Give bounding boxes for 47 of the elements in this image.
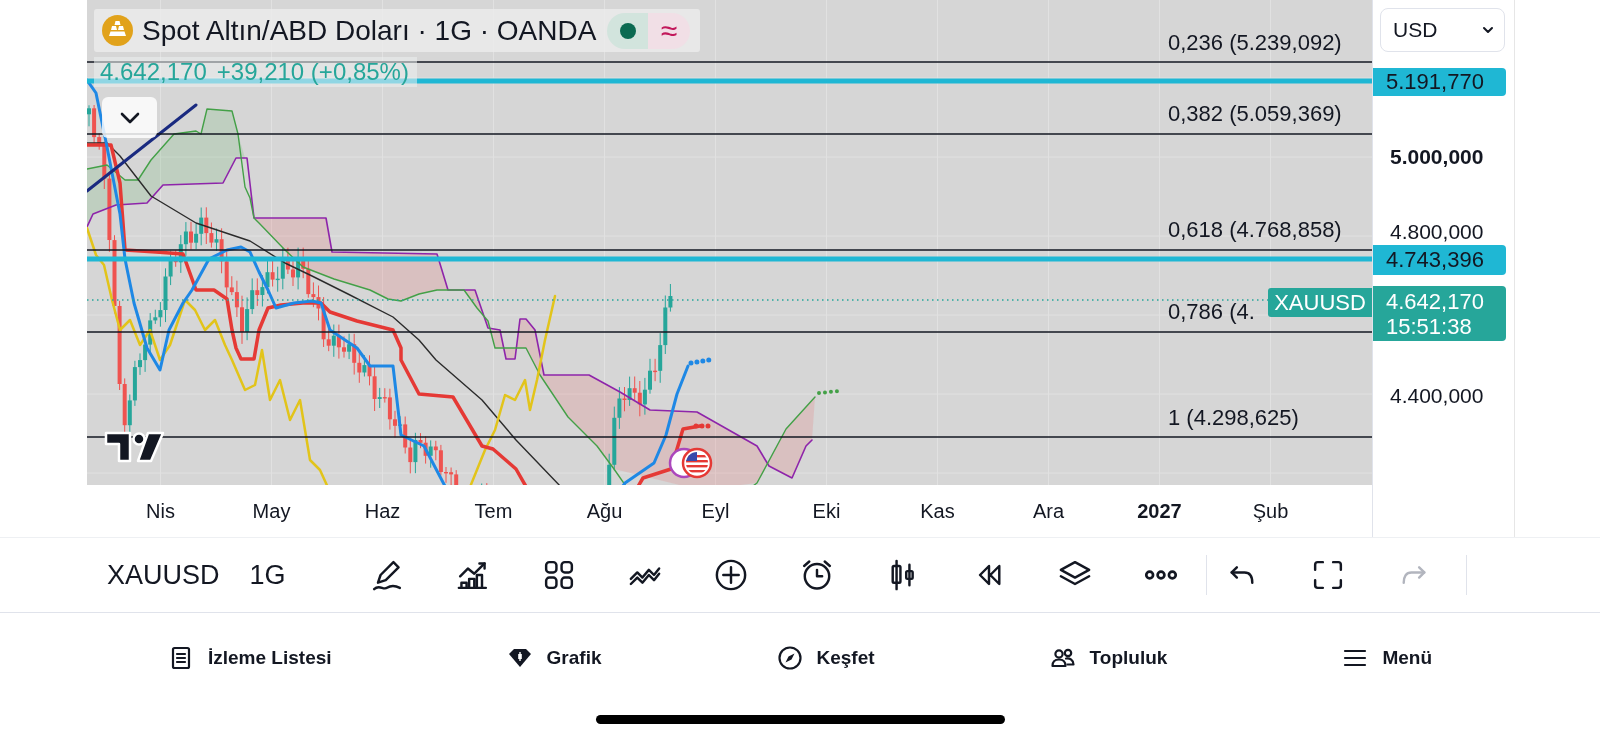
projection-line xyxy=(688,357,712,366)
event-flag-icon[interactable] xyxy=(668,447,713,479)
time-axis-label: Eki xyxy=(812,499,841,523)
fib-level-label: 1 (4.298,625) xyxy=(1168,405,1299,431)
collapse-button[interactable] xyxy=(102,97,157,138)
time-axis-label: Ağu xyxy=(586,499,623,523)
countdown-timer: 15:51:38 xyxy=(1386,313,1473,339)
time-axis-label: Haz xyxy=(364,499,401,523)
projection-line xyxy=(817,389,842,395)
chart-title: Spot Altın/ABD Doları · 1G · OANDA xyxy=(142,14,597,47)
symbol-picker[interactable]: XAUUSD xyxy=(107,559,220,591)
delay-indicator[interactable]: ≈ xyxy=(648,12,690,49)
nav-tab[interactable]: Menü xyxy=(1342,645,1432,671)
nav-tab[interactable]: Keşfet xyxy=(776,645,875,671)
time-axis-label: 2027 xyxy=(1137,499,1182,523)
price-tag: 4.743,396 xyxy=(1373,245,1506,275)
price-tick-label: 4.400,000 xyxy=(1390,384,1484,408)
time-axis-label: Eyl xyxy=(701,499,730,523)
logo-icon xyxy=(104,431,165,463)
time-axis-label: Ara xyxy=(1032,499,1065,523)
chevron-down-icon xyxy=(1482,26,1494,34)
time-axis-label: Şub xyxy=(1252,499,1289,523)
fib-level-label: 0,382 (5.059,369) xyxy=(1168,101,1342,127)
chevron-down-icon xyxy=(118,110,141,125)
time-axis-label: May xyxy=(252,499,291,523)
currency-select[interactable]: USD xyxy=(1380,8,1505,52)
price-tick-label: 4.800,000 xyxy=(1390,220,1484,244)
price-change: +39,210 (+0,85%) xyxy=(216,57,409,87)
nav-tab[interactable]: İzleme Listesi xyxy=(168,645,332,671)
compass-icon xyxy=(776,645,803,671)
time-axis-label: Kas xyxy=(920,499,955,523)
price-tag: 5.191,770 xyxy=(1373,68,1506,96)
market-open-icon[interactable] xyxy=(607,12,648,49)
price-tick-label: 5.000,000 xyxy=(1390,145,1484,169)
time-axis-label: Tem xyxy=(474,499,513,523)
symbol-tag: XAUUSD xyxy=(1268,288,1372,317)
time-axis-label: Nis xyxy=(146,499,175,523)
more-icon xyxy=(1143,570,1178,580)
coin-icon xyxy=(102,15,133,46)
nav-tab[interactable]: Grafik xyxy=(506,645,602,671)
fib-level-label: 0,618 (4.768,858) xyxy=(1168,217,1342,243)
last-price: 4.642,170 xyxy=(1386,288,1485,314)
last-price: 4.642,170 xyxy=(100,57,207,87)
fib-level-label: 0,236 (5.239,092) xyxy=(1168,30,1342,56)
nav-tab[interactable]: Topluluk xyxy=(1049,645,1168,671)
fib-level-label: 0,786 (4. xyxy=(1168,299,1255,325)
interval-picker[interactable]: 1G xyxy=(249,559,286,591)
